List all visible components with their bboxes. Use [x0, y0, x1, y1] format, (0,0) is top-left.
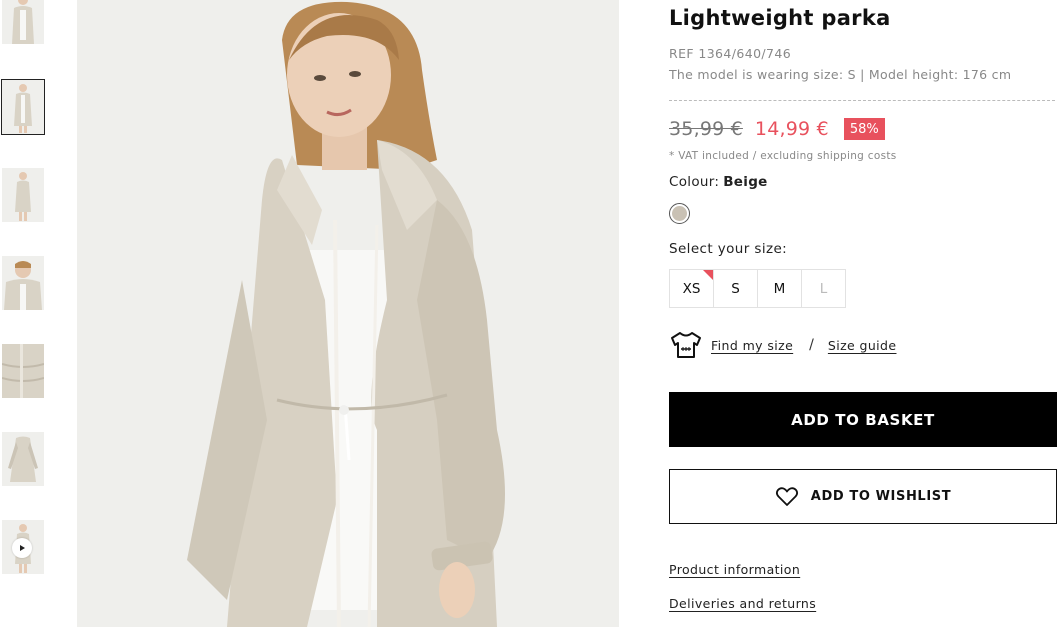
colour-value: Beige — [723, 174, 768, 190]
separator: / — [809, 337, 814, 353]
thumbnail-flat[interactable] — [2, 432, 44, 486]
colour-row: Colour: Beige — [669, 174, 768, 190]
size-option-label: M — [773, 280, 786, 297]
size-label: Select your size: — [669, 241, 788, 257]
size-help-row: Find my size / Size guide — [669, 330, 896, 360]
model-info: The model is wearing size: S | Model hei… — [669, 67, 1012, 82]
thumbnail-close-up[interactable] — [2, 256, 44, 310]
heart-icon — [775, 486, 798, 506]
main-product-image[interactable] — [77, 0, 619, 627]
play-icon[interactable] — [12, 538, 32, 558]
colour-label: Colour: — [669, 174, 720, 190]
discount-badge: 58% — [843, 118, 885, 140]
find-my-size-link[interactable]: Find my size — [711, 338, 793, 353]
swatch-fill — [672, 206, 687, 221]
vat-note: * VAT included / excluding shipping cost… — [669, 150, 897, 162]
wishlist-label: ADD TO WISHLIST — [810, 489, 952, 504]
tshirt-icon — [671, 332, 701, 358]
size-guide-link[interactable]: Size guide — [828, 338, 897, 353]
price-row: 35,99 € 14,99 € 58% — [669, 118, 885, 140]
old-price: 35,99 € — [669, 118, 743, 140]
product-info-panel: Lightweight parka REF 1364/640/746 The m… — [669, 0, 1057, 627]
add-to-wishlist-button[interactable]: ADD TO WISHLIST — [669, 469, 1057, 524]
thumbnail-column — [0, 0, 60, 627]
model-wearing-parka-image — [77, 0, 619, 627]
thumbnail-fabric-detail[interactable] — [2, 344, 44, 398]
size-option-m[interactable]: M — [757, 269, 802, 308]
size-option-s[interactable]: S — [713, 269, 758, 308]
divider — [669, 100, 1055, 101]
thumbnail-front-full[interactable] — [1, 79, 45, 135]
product-title: Lightweight parka — [669, 6, 891, 30]
add-to-basket-button[interactable]: ADD TO BASKET — [669, 392, 1057, 447]
thumbnail-side-full[interactable] — [2, 168, 44, 222]
size-option-l[interactable]: L — [801, 269, 846, 308]
size-option-xs[interactable]: XS — [669, 269, 714, 308]
deliveries-returns-link[interactable]: Deliveries and returns — [669, 596, 816, 611]
size-selector: XS S M L — [669, 269, 846, 308]
product-information-link[interactable]: Product information — [669, 562, 800, 577]
product-ref: REF 1364/640/746 — [669, 46, 792, 61]
thumbnail-front[interactable] — [2, 0, 44, 44]
size-option-label: S — [731, 280, 740, 297]
low-stock-indicator — [703, 270, 713, 280]
size-option-label: XS — [682, 280, 701, 297]
thumbnail-video[interactable] — [2, 520, 44, 574]
size-option-label: L — [819, 280, 828, 297]
colour-swatch-beige[interactable] — [669, 203, 690, 224]
sale-price: 14,99 € — [754, 118, 829, 140]
